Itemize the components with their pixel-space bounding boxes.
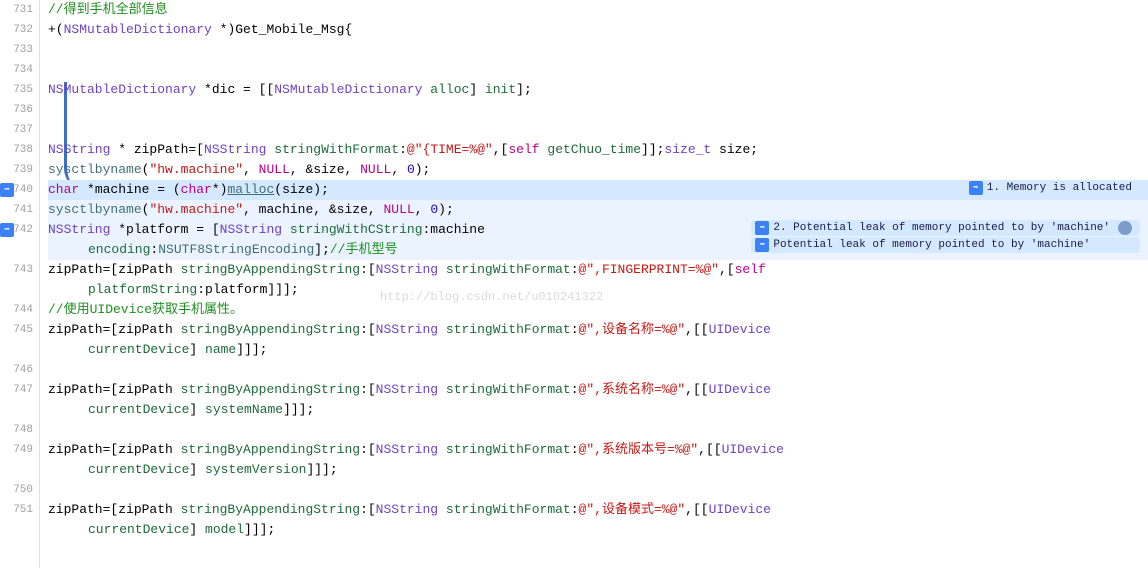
code-line[interactable]: zipPath=[zipPath stringByAppendingString… bbox=[48, 500, 1148, 540]
gutter-line[interactable]: ➡742 bbox=[0, 220, 33, 260]
gutter-line: 741 bbox=[0, 200, 33, 220]
code-line[interactable]: zipPath=[zipPath stringByAppendingString… bbox=[48, 440, 1148, 480]
gutter-line: 738 bbox=[0, 140, 33, 160]
code-line[interactable] bbox=[48, 100, 1148, 120]
code-line-highlighted[interactable]: sysctlbyname("hw.machine", machine, &siz… bbox=[48, 200, 1148, 220]
code-line[interactable] bbox=[48, 40, 1148, 60]
analyzer-message-label: 1. Memory is allocated bbox=[987, 182, 1132, 194]
analyzer-inline-message[interactable]: ➡ 1. Memory is allocated bbox=[965, 180, 1140, 197]
code-line[interactable] bbox=[48, 60, 1148, 80]
gutter-line: 747 bbox=[0, 380, 33, 420]
gutter-line: 739 bbox=[0, 160, 33, 180]
gutter-line: 733 bbox=[0, 40, 33, 60]
gutter-line[interactable]: ➡740 bbox=[0, 180, 33, 200]
arrow-right-icon: ➡ bbox=[969, 181, 983, 195]
gutter-line: 749 bbox=[0, 440, 33, 480]
code-line[interactable] bbox=[48, 120, 1148, 140]
gutter-line: 731 bbox=[0, 0, 33, 20]
code-line[interactable]: NSString * zipPath=[NSString stringWithF… bbox=[48, 140, 1148, 160]
analyzer-message-3[interactable]: ➡ Potential leak of memory pointed to by… bbox=[751, 237, 1140, 253]
code-line[interactable] bbox=[48, 360, 1148, 380]
analyzer-message-1[interactable]: ➡ 1. Memory is allocated bbox=[965, 180, 1140, 196]
gutter-line: 745 bbox=[0, 320, 33, 360]
analyzer-step-icon[interactable]: ➡ bbox=[0, 223, 14, 237]
code-line[interactable]: NSMutableDictionary *dic = [[NSMutableDi… bbox=[48, 80, 1148, 100]
gutter-line: 744 bbox=[0, 300, 33, 320]
code-line[interactable]: zipPath=[zipPath stringByAppendingString… bbox=[48, 260, 1148, 300]
code-line[interactable]: +(NSMutableDictionary *)Get_Mobile_Msg{ bbox=[48, 20, 1148, 40]
code-area[interactable]: http://blog.csdn.net/u010241322 //得到手机全部… bbox=[40, 0, 1148, 568]
gutter-line: 734 bbox=[0, 60, 33, 80]
code-line[interactable]: //使用UIDevice获取手机属性。 bbox=[48, 300, 1148, 320]
analyzer-step-icon[interactable]: ➡ bbox=[0, 183, 14, 197]
analyzer-message-label: Potential leak of memory pointed to by '… bbox=[773, 239, 1090, 251]
analyzer-inline-message[interactable]: ➡ 2. Potential leak of memory pointed to… bbox=[751, 220, 1140, 254]
analyzer-message-label: 2. Potential leak of memory pointed to b… bbox=[773, 222, 1110, 234]
code-line[interactable] bbox=[48, 480, 1148, 500]
arrow-right-icon: ➡ bbox=[755, 238, 769, 252]
gutter-line: 735 bbox=[0, 80, 33, 100]
gutter-line: 746 bbox=[0, 360, 33, 380]
code-editor[interactable]: 731 732 733 734 735 736 737 738 739 ➡740… bbox=[0, 0, 1148, 568]
gutter-line: 736 bbox=[0, 100, 33, 120]
code-line[interactable]: zipPath=[zipPath stringByAppendingString… bbox=[48, 380, 1148, 420]
line-gutter: 731 732 733 734 735 736 737 738 739 ➡740… bbox=[0, 0, 40, 568]
arrow-right-icon: ➡ bbox=[755, 221, 769, 235]
gutter-line: 748 bbox=[0, 420, 33, 440]
code-line[interactable] bbox=[48, 420, 1148, 440]
code-line[interactable]: //得到手机全部信息 bbox=[48, 0, 1148, 20]
disclosure-up-icon[interactable] bbox=[1118, 221, 1132, 235]
gutter-line: 737 bbox=[0, 120, 33, 140]
code-line[interactable]: zipPath=[zipPath stringByAppendingString… bbox=[48, 320, 1148, 360]
code-line[interactable]: sysctlbyname("hw.machine", NULL, &size, … bbox=[48, 160, 1148, 180]
gutter-line: 732 bbox=[0, 20, 33, 40]
gutter-line: 751 bbox=[0, 500, 33, 540]
gutter-line: 750 bbox=[0, 480, 33, 500]
gutter-line: 743 bbox=[0, 260, 33, 300]
analyzer-message-2[interactable]: ➡ 2. Potential leak of memory pointed to… bbox=[751, 220, 1140, 236]
